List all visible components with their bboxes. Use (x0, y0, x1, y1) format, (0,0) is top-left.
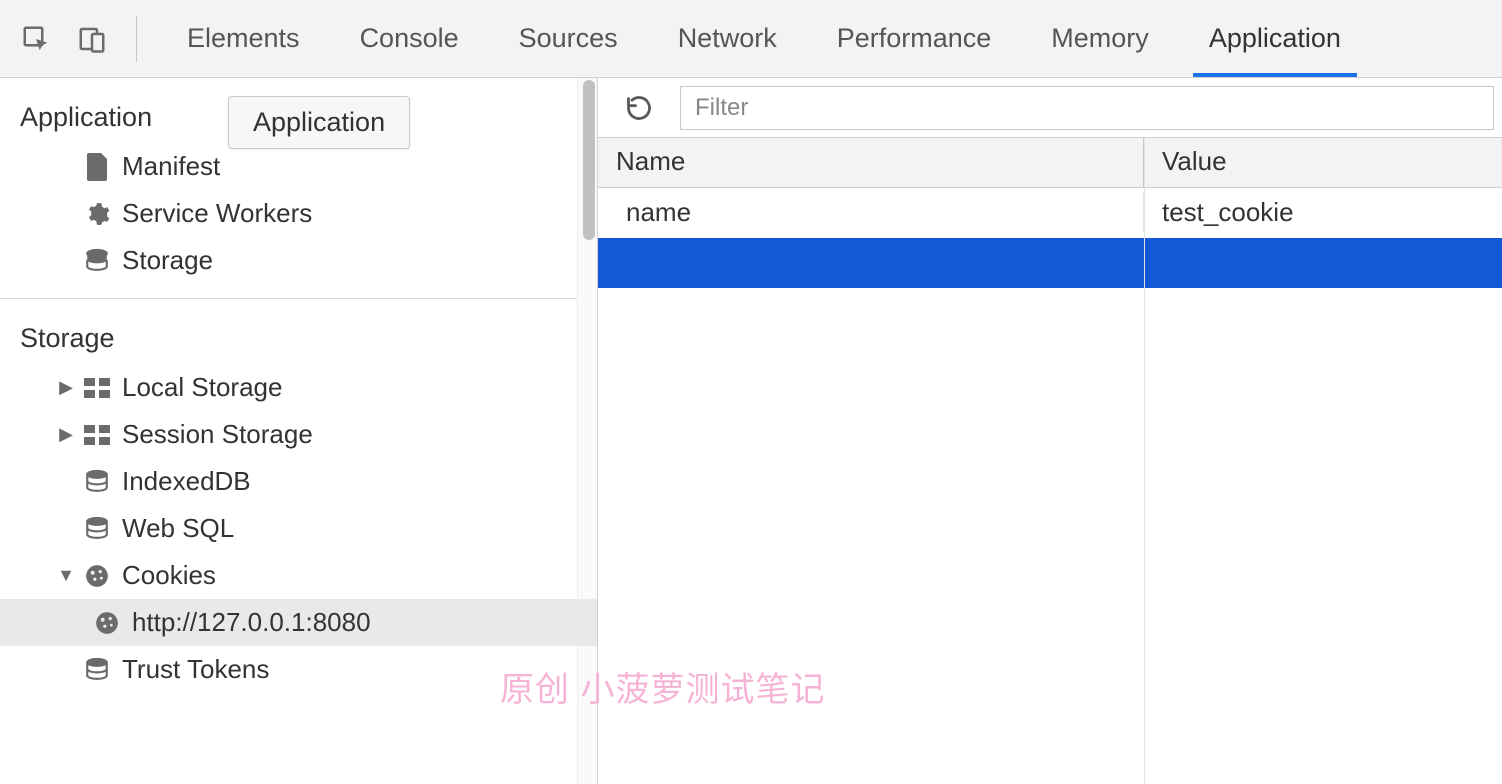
sidebar-item-label: IndexedDB (122, 466, 251, 497)
tab-elements[interactable]: Elements (157, 0, 330, 77)
section-header-storage: Storage (0, 299, 597, 364)
document-icon (82, 152, 112, 182)
sidebar-item-cookie-origin[interactable]: http://127.0.0.1:8080 (0, 599, 597, 646)
inspect-element-icon[interactable] (20, 23, 52, 55)
gear-icon (82, 199, 112, 229)
sidebar-item-label: Service Workers (122, 198, 312, 229)
cookie-cell-name (598, 259, 1144, 267)
cookie-icon (82, 561, 112, 591)
sidebar-item-label: http://127.0.0.1:8080 (132, 607, 371, 638)
sidebar-item-app-storage[interactable]: ▶ Storage (0, 237, 597, 284)
database-icon (82, 655, 112, 685)
sidebar-item-label: Web SQL (122, 513, 234, 544)
sidebar-item-manifest[interactable]: ▶ Manifest (0, 143, 597, 190)
collapse-triangle-icon[interactable]: ▼ (58, 565, 74, 586)
tab-console[interactable]: Console (330, 0, 489, 77)
sidebar-item-label: Session Storage (122, 419, 313, 450)
cookie-cell-value (1144, 259, 1502, 267)
tab-sources[interactable]: Sources (489, 0, 648, 77)
table-icon (82, 420, 112, 450)
cookie-row-selected[interactable] (598, 238, 1502, 288)
sidebar-item-trust-tokens[interactable]: ▶ Trust Tokens (0, 646, 597, 693)
cookie-icon (92, 608, 122, 638)
main-area: Application ▶ Manifest ▶ Service Workers… (0, 78, 1502, 784)
cookies-grid-body: name test_cookie (598, 188, 1502, 784)
database-icon (82, 514, 112, 544)
tab-label: Sources (519, 23, 618, 54)
tab-label: Console (360, 23, 459, 54)
database-icon (82, 467, 112, 497)
tab-network[interactable]: Network (648, 0, 807, 77)
expand-triangle-icon[interactable]: ▶ (58, 424, 74, 445)
sidebar-item-label: Storage (122, 245, 213, 276)
tab-memory[interactable]: Memory (1021, 0, 1179, 77)
cookie-cell-value: test_cookie (1144, 193, 1502, 232)
tab-application[interactable]: Application (1179, 0, 1371, 77)
sidebar-item-label: Manifest (122, 151, 220, 182)
sidebar-item-label: Trust Tokens (122, 654, 269, 685)
tab-label: Memory (1051, 23, 1149, 54)
cookies-panel: Name Value name test_cookie (598, 78, 1502, 784)
tab-performance[interactable]: Performance (807, 0, 1022, 77)
tab-label: Performance (837, 23, 992, 54)
cookie-row[interactable]: name test_cookie (598, 188, 1502, 238)
column-header-name[interactable]: Name (598, 138, 1144, 187)
tab-label: Application (1209, 23, 1341, 54)
refresh-button[interactable] (622, 91, 656, 125)
sidebar-item-label: Local Storage (122, 372, 282, 403)
tab-label: Network (678, 23, 777, 54)
sidebar-item-cookies[interactable]: ▼ Cookies (0, 552, 597, 599)
cookie-cell-name: name (598, 193, 1144, 232)
column-header-value[interactable]: Value (1144, 138, 1502, 187)
cookies-grid-header: Name Value (598, 138, 1502, 188)
device-toolbar-icon[interactable] (76, 23, 108, 55)
sidebar-item-local-storage[interactable]: ▶ Local Storage (0, 364, 597, 411)
sidebar-item-service-workers[interactable]: ▶ Service Workers (0, 190, 597, 237)
devtools-tab-strip: Elements Console Sources Network Perform… (157, 0, 1371, 77)
expand-triangle-icon[interactable]: ▶ (58, 377, 74, 398)
sidebar-item-label: Cookies (122, 560, 216, 591)
filter-input[interactable] (680, 86, 1494, 130)
toolbar-icon-group (20, 16, 137, 62)
database-icon (82, 246, 112, 276)
table-icon (82, 373, 112, 403)
sidebar-item-websql[interactable]: ▶ Web SQL (0, 505, 597, 552)
sidebar-item-indexeddb[interactable]: ▶ IndexedDB (0, 458, 597, 505)
devtools-toolbar: Elements Console Sources Network Perform… (0, 0, 1502, 78)
panel-toolbar (598, 78, 1502, 138)
section-header-application: Application (0, 78, 597, 143)
application-sidebar: Application ▶ Manifest ▶ Service Workers… (0, 78, 598, 784)
sidebar-item-session-storage[interactable]: ▶ Session Storage (0, 411, 597, 458)
tab-label: Elements (187, 23, 300, 54)
